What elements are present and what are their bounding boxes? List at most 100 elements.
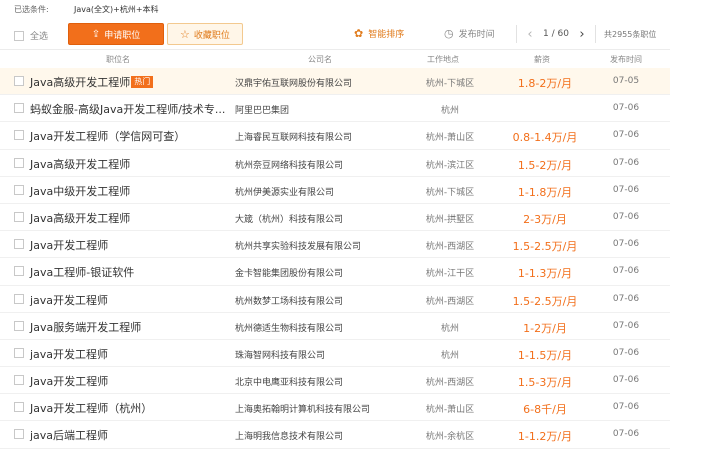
row-checkbox[interactable] bbox=[14, 320, 24, 331]
job-title[interactable]: java开发工程师 bbox=[30, 292, 108, 308]
job-title-link[interactable]: Java开发工程师（学信网可查） bbox=[30, 128, 185, 144]
apply-job-label: 申请职位 bbox=[104, 30, 141, 41]
job-salary: 6-8千/月 bbox=[523, 403, 567, 417]
row-checkbox[interactable] bbox=[14, 266, 24, 277]
job-salary: 1-1.2万/月 bbox=[517, 430, 573, 444]
job-title[interactable]: Java高级开发工程师 bbox=[30, 210, 130, 226]
company-link[interactable]: 杭州德适生物科技有限公司 bbox=[235, 321, 343, 334]
job-title-link[interactable]: Java开发工程师（杭州） bbox=[30, 400, 152, 416]
apply-job-button[interactable]: ⇪ 申请职位 bbox=[68, 23, 164, 45]
job-title-link[interactable]: Java服务端开发工程师 bbox=[30, 319, 141, 335]
job-salary: 1.5-2.5万/月 bbox=[512, 294, 578, 308]
current-page: 1 bbox=[543, 29, 549, 39]
job-title-link[interactable]: Java高级开发工程师 热门 bbox=[30, 74, 154, 90]
company-link[interactable]: 上海明我信息技术有限公司 bbox=[235, 429, 343, 442]
company-link[interactable]: 杭州伊美源实业有限公司 bbox=[235, 185, 334, 198]
job-date: 07-06 bbox=[612, 130, 640, 141]
favorite-job-button[interactable]: ☆ 收藏职位 bbox=[167, 23, 243, 45]
company-link[interactable]: 杭州共享实验科技发展有限公司 bbox=[235, 239, 361, 252]
job-title-link[interactable]: Java工程师-银证软件 bbox=[30, 264, 134, 280]
company-link[interactable]: 杭州奈豆网络科技有限公司 bbox=[235, 158, 343, 171]
table-row[interactable]: Java服务端开发工程师 杭州德适生物科技有限公司 杭州 1-2万/月 07-06 bbox=[0, 313, 670, 340]
job-salary: 1.8-2万/月 bbox=[517, 77, 573, 90]
company-link[interactable]: 大箴（杭州）科技有限公司 bbox=[235, 212, 343, 225]
job-salary: 1.5-3万/月 bbox=[517, 376, 573, 390]
table-row[interactable]: Java高级开发工程师 热门 汉鼎宇佑互联网股份有限公司 杭州-下城区 1.8-2万/月… bbox=[0, 68, 670, 96]
job-salary: 2-3万/月 bbox=[523, 212, 567, 226]
row-checkbox[interactable] bbox=[14, 76, 24, 86]
table-row[interactable]: Java开发工程师 杭州共享实验科技发展有限公司 杭州-西湖区 1.5-2.5万/月 0… bbox=[0, 231, 670, 259]
company-link[interactable]: 汉鼎宇佑互联网股份有限公司 bbox=[235, 76, 352, 89]
row-checkbox[interactable] bbox=[14, 402, 24, 413]
table-row[interactable]: Java高级开发工程师 杭州奈豆网络科技有限公司 杭州-滨江区 1.5-2万/月 07-… bbox=[0, 150, 670, 177]
table-row[interactable]: Java中级开发工程师 杭州伊美源实业有限公司 杭州-下城区 1-1.8万/月 07-0… bbox=[0, 177, 670, 204]
job-title-link[interactable]: 蚂蚁金服-高级Java开发工程师/技术专... bbox=[30, 101, 225, 117]
job-list: Java高级开发工程师 热门 汉鼎宇佑互联网股份有限公司 杭州-下城区 1.8-2万/月… bbox=[0, 68, 670, 449]
row-checkbox[interactable] bbox=[14, 184, 24, 195]
job-title[interactable]: Java高级开发工程师 bbox=[30, 156, 130, 172]
table-row[interactable]: java后端工程师 上海明我信息技术有限公司 杭州-余杭区 1-1.2万/月 07-06 bbox=[0, 421, 670, 449]
company-link[interactable]: 上海睿民互联网科技有限公司 bbox=[235, 130, 352, 143]
job-title-link[interactable]: Java高级开发工程师 bbox=[30, 156, 130, 172]
company-link[interactable]: 杭州数梦工场科技有限公司 bbox=[235, 294, 343, 307]
job-title[interactable]: java开发工程师 bbox=[30, 346, 108, 362]
job-location: 杭州 bbox=[440, 106, 459, 117]
job-title[interactable]: Java高级开发工程师 bbox=[30, 74, 130, 90]
job-title[interactable]: Java服务端开发工程师 bbox=[30, 319, 141, 335]
sort-smart-button[interactable]: ✿ 智能排序 bbox=[354, 27, 404, 40]
select-all-label: 全选 bbox=[30, 32, 49, 42]
header-title: 职位名 bbox=[106, 55, 130, 64]
job-title-link[interactable]: java开发工程师 bbox=[30, 346, 108, 362]
row-checkbox[interactable] bbox=[14, 157, 24, 168]
company-link[interactable]: 上海奥拓翰明计算机科技有限公司 bbox=[235, 402, 370, 415]
job-title[interactable]: java后端工程师 bbox=[30, 427, 108, 443]
job-title[interactable]: Java工程师-银证软件 bbox=[30, 264, 134, 280]
row-checkbox[interactable] bbox=[14, 130, 24, 141]
job-title-link[interactable]: Java高级开发工程师 bbox=[30, 210, 130, 226]
row-checkbox[interactable] bbox=[14, 429, 24, 440]
row-checkbox[interactable] bbox=[14, 375, 24, 386]
job-date: 07-06 bbox=[612, 239, 640, 250]
prev-page-icon[interactable]: ‹ bbox=[523, 27, 537, 42]
row-checkbox[interactable] bbox=[14, 293, 24, 304]
job-salary: 1-1.3万/月 bbox=[517, 267, 573, 281]
job-title[interactable]: Java开发工程师 bbox=[30, 237, 108, 253]
job-title[interactable]: Java开发工程师（学信网可查） bbox=[30, 128, 185, 144]
row-checkbox[interactable] bbox=[14, 239, 24, 250]
row-checkbox[interactable] bbox=[14, 103, 24, 114]
job-title-link[interactable]: java后端工程师 bbox=[30, 427, 108, 443]
row-checkbox[interactable] bbox=[14, 211, 24, 222]
job-title-link[interactable]: Java开发工程师 bbox=[30, 373, 108, 389]
job-location: 杭州 bbox=[440, 350, 459, 361]
star-icon: ☆ bbox=[180, 27, 190, 41]
table-row[interactable]: java开发工程师 珠海智网科技有限公司 杭州 1-1.5万/月 07-06 bbox=[0, 340, 670, 368]
job-title[interactable]: Java开发工程师 bbox=[30, 373, 108, 389]
job-location: 杭州-余杭区 bbox=[425, 432, 475, 443]
job-title[interactable]: Java开发工程师（杭州） bbox=[30, 400, 152, 416]
job-title[interactable]: Java中级开发工程师 bbox=[30, 183, 130, 199]
job-date: 07-06 bbox=[612, 211, 640, 222]
paper-plane-icon: ⇪ bbox=[91, 28, 101, 40]
next-page-icon[interactable]: › bbox=[575, 27, 589, 42]
company-link[interactable]: 珠海智网科技有限公司 bbox=[235, 348, 325, 361]
sort-time-button[interactable]: ◷ 发布时间 bbox=[444, 27, 495, 40]
pagination: ‹ 1 / 60 › bbox=[510, 25, 602, 43]
table-row[interactable]: Java开发工程师 北京中电鹰亚科技有限公司 杭州-西湖区 1.5-3万/月 07-06 bbox=[0, 367, 670, 395]
table-row[interactable]: Java高级开发工程师 大箴（杭州）科技有限公司 杭州-拱墅区 2-3万/月 07-06 bbox=[0, 204, 670, 232]
table-row[interactable]: 蚂蚁金服-高级Java开发工程师/技术专... 阿里巴巴集团 杭州 07-06 bbox=[0, 95, 670, 123]
checkbox-box[interactable] bbox=[14, 30, 24, 41]
company-link[interactable]: 金卡智能集团股份有限公司 bbox=[235, 266, 343, 279]
job-salary: 1.5-2万/月 bbox=[517, 158, 573, 172]
select-all-checkbox[interactable]: 全选 bbox=[14, 29, 48, 42]
table-row[interactable]: Java开发工程师（杭州） 上海奥拓翰明计算机科技有限公司 杭州-萧山区 6-8千/月… bbox=[0, 394, 670, 422]
company-link[interactable]: 阿里巴巴集团 bbox=[235, 103, 289, 116]
job-title[interactable]: 蚂蚁金服-高级Java开发工程师/技术专... bbox=[30, 101, 225, 117]
row-checkbox[interactable] bbox=[14, 347, 24, 358]
job-title-link[interactable]: Java开发工程师 bbox=[30, 237, 108, 253]
job-title-link[interactable]: Java中级开发工程师 bbox=[30, 183, 130, 199]
table-row[interactable]: Java工程师-银证软件 金卡智能集团股份有限公司 杭州-江干区 1-1.3万/月 07… bbox=[0, 258, 670, 286]
job-title-link[interactable]: java开发工程师 bbox=[30, 292, 108, 308]
company-link[interactable]: 北京中电鹰亚科技有限公司 bbox=[235, 375, 343, 388]
table-row[interactable]: java开发工程师 杭州数梦工场科技有限公司 杭州-西湖区 1.5-2.5万/月 07-… bbox=[0, 286, 670, 313]
table-row[interactable]: Java开发工程师（学信网可查） 上海睿民互联网科技有限公司 杭州-萧山区 0.8-1… bbox=[0, 122, 670, 150]
